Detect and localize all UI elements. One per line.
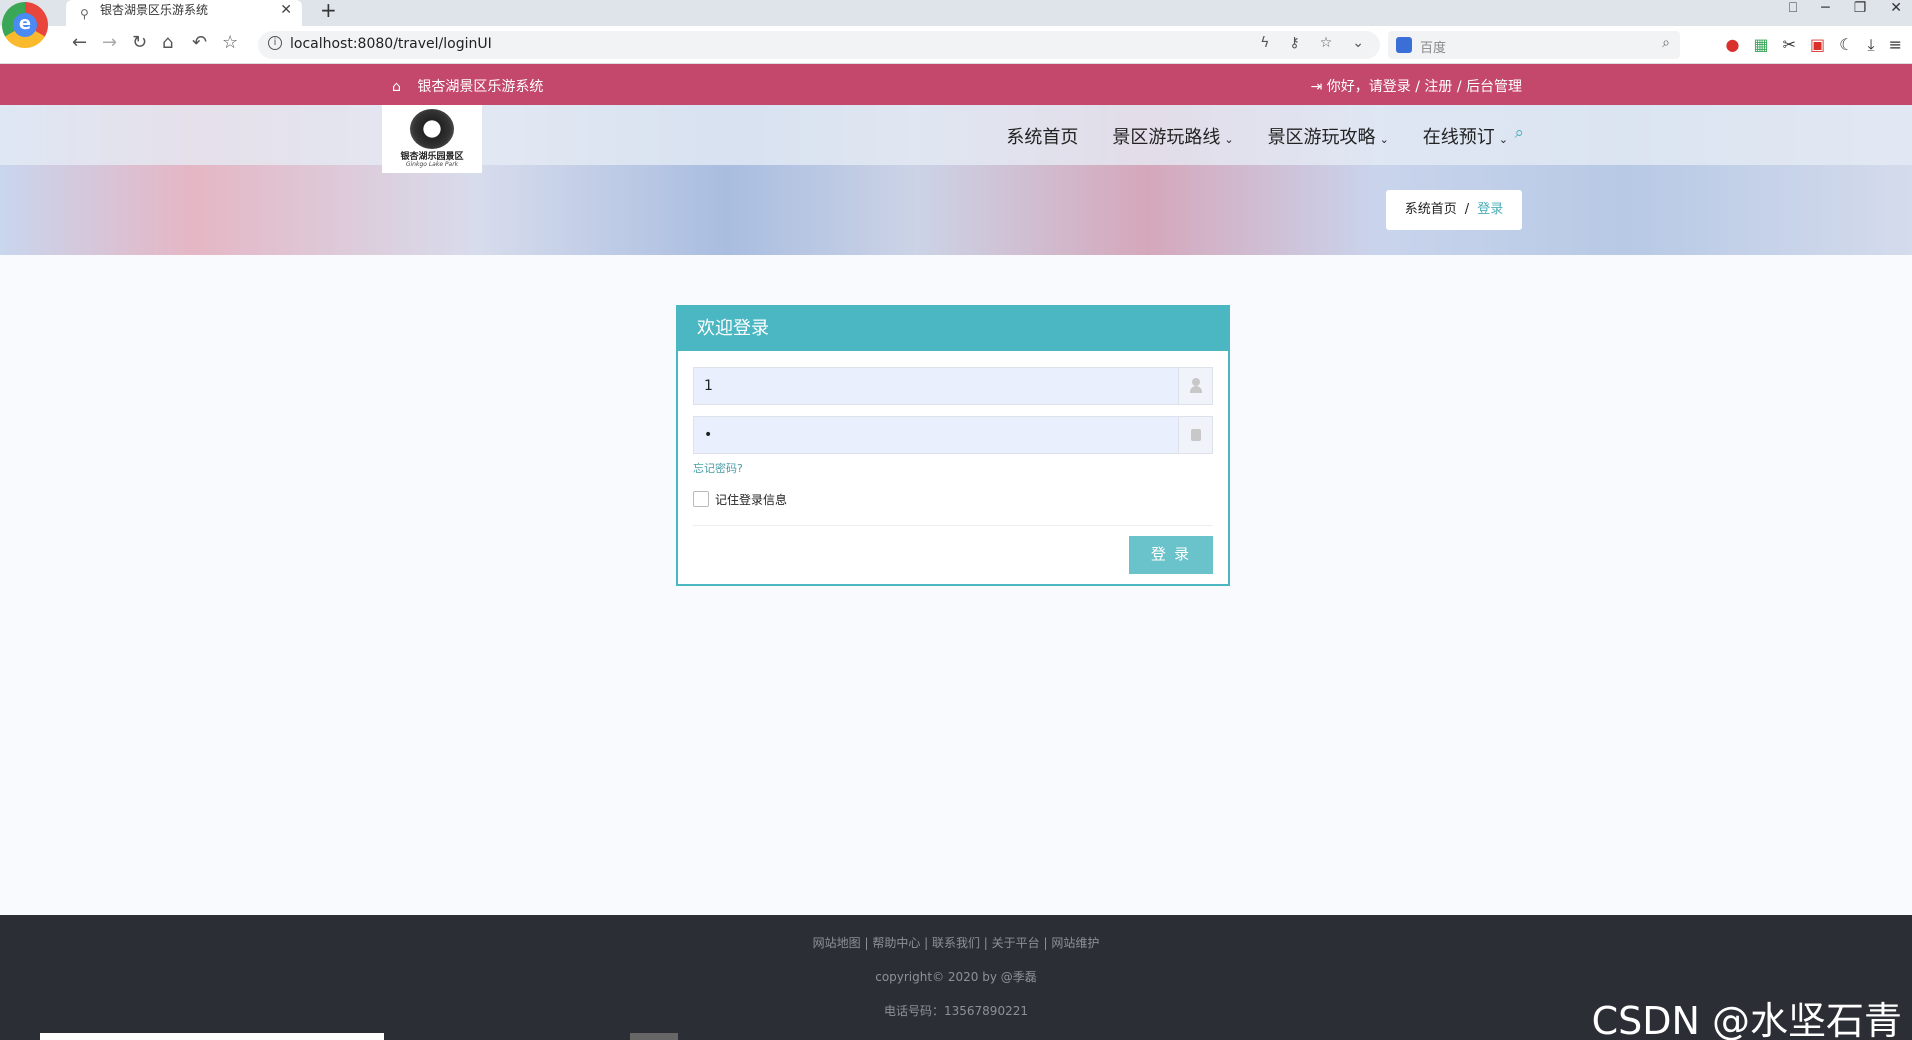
site-name: 银杏湖景区乐游系统: [417, 79, 544, 95]
search-placeholder[interactable]: 百度: [1420, 37, 1446, 56]
taskbar-strip: [630, 1033, 678, 1040]
weibo-extension-icon[interactable]: ●: [1726, 35, 1740, 55]
window-mode-icon[interactable]: ⎕: [1789, 0, 1797, 16]
scissors-icon[interactable]: ✂: [1783, 35, 1796, 55]
window-controls: ⎕ ─ ❐ ✕: [1789, 0, 1902, 16]
password-value[interactable]: •: [704, 427, 712, 443]
dark-mode-icon[interactable]: ☾: [1839, 35, 1853, 55]
chevron-down-icon: ⌄: [1498, 133, 1508, 146]
nav-item-routes[interactable]: 景区游玩路线 ⌄: [1112, 123, 1233, 149]
header-banner: 银杏湖乐园景区 Ginkgo Lake Park 系统首页 景区游玩路线 ⌄ 景区…: [0, 105, 1912, 255]
admin-link[interactable]: 后台管理: [1466, 79, 1522, 95]
new-tab-icon[interactable]: +: [320, 0, 337, 22]
close-window-icon[interactable]: ✕: [1890, 0, 1902, 16]
favorite-star-icon[interactable]: ☆: [1320, 35, 1333, 51]
reload-icon[interactable]: ↻: [132, 32, 147, 53]
breadcrumb-home[interactable]: 系统首页: [1405, 202, 1457, 217]
register-link[interactable]: 注册: [1424, 79, 1452, 95]
login-arrow-icon: ⇥: [1310, 79, 1323, 95]
search-engine-icon: [1396, 37, 1412, 53]
home-icon: ⌂: [392, 79, 401, 95]
browser-toolbar: ← → ↻ ⌂ ↶ ☆ i localhost:8080/travel/logi…: [0, 26, 1912, 64]
undo-icon[interactable]: ↶: [192, 32, 207, 53]
nav-menu: 系统首页 景区游玩路线 ⌄ 景区游玩攻略 ⌄ 在线预订 ⌄: [1006, 123, 1508, 149]
forward-icon[interactable]: →: [102, 32, 117, 53]
forgot-password-link[interactable]: 忘记密码?: [693, 460, 743, 476]
browser-logo-icon: e: [2, 2, 48, 48]
password-field[interactable]: •: [693, 416, 1213, 454]
user-icon: [1178, 368, 1212, 404]
apps-grid-icon[interactable]: ▦: [1754, 35, 1769, 55]
csdn-watermark: CSDN @水坚石青: [1591, 999, 1902, 1040]
browser-tab[interactable]: ⚲ 银杏湖景区乐游系统 ✕: [66, 0, 302, 26]
site-topbar: ⌂ 银杏湖景区乐游系统 ⇥ 你好，请登录 / 注册 / 后台管理: [0, 64, 1912, 105]
chevron-down-icon: ⌄: [1224, 133, 1234, 146]
chevron-down-icon: ⌄: [1379, 133, 1389, 146]
menu-icon[interactable]: ≡: [1889, 35, 1902, 55]
username-value[interactable]: 1: [704, 378, 713, 394]
footer-links[interactable]: 网站地图 | 帮助中心 | 联系我们 | 关于平台 | 网站维护: [0, 934, 1912, 951]
username-field[interactable]: 1: [693, 367, 1213, 405]
login-link[interactable]: 你好，请登录: [1327, 79, 1411, 95]
logo-seal-icon: [410, 109, 454, 149]
home-icon[interactable]: ⌂: [162, 32, 173, 53]
divider: [693, 525, 1213, 526]
browser-tab-bar: e ⚲ 银杏湖景区乐游系统 ✕ + ⎕ ─ ❐ ✕: [0, 0, 1912, 48]
restore-icon[interactable]: ❐: [1854, 0, 1867, 16]
dropdown-chevron-icon[interactable]: ⌄: [1352, 35, 1364, 51]
nav-search-icon[interactable]: ⌕: [1514, 123, 1524, 143]
lock-icon: [1178, 417, 1212, 453]
remember-me[interactable]: 记住登录信息: [693, 491, 787, 508]
login-button[interactable]: 登 录: [1129, 536, 1213, 574]
tab-favicon-icon: ⚲: [80, 7, 89, 21]
main-navbar: 银杏湖乐园景区 Ginkgo Lake Park 系统首页 景区游玩路线 ⌄ 景区…: [0, 105, 1912, 173]
bookmark-star-icon[interactable]: ☆: [222, 32, 238, 53]
extension-icons: ● ▦ ✂ ▣ ☾ ⤓ ≡: [1726, 35, 1902, 55]
tab-close-icon[interactable]: ✕: [280, 0, 292, 20]
url-text[interactable]: localhost:8080/travel/loginUI: [290, 36, 492, 52]
tab-title: 银杏湖景区乐游系统: [100, 3, 209, 17]
browser-search-box[interactable]: 百度 ⌕: [1388, 31, 1680, 59]
search-icon[interactable]: ⌕: [1662, 35, 1670, 51]
breadcrumb: 系统首页 / 登录: [1386, 190, 1522, 230]
remember-label: 记住登录信息: [715, 493, 788, 507]
login-panel: 欢迎登录 1 • 忘记密码? 记住登录信息 登 录: [676, 305, 1230, 586]
breadcrumb-current: 登录: [1477, 202, 1504, 217]
pdf-extension-icon[interactable]: ▣: [1810, 35, 1825, 55]
nav-item-booking[interactable]: 在线预订 ⌄: [1423, 123, 1508, 149]
taskbar-strip: [40, 1033, 384, 1040]
site-info-icon[interactable]: i: [268, 36, 282, 50]
site-logo[interactable]: 银杏湖乐园景区 Ginkgo Lake Park: [382, 105, 482, 173]
minimize-icon[interactable]: ─: [1821, 0, 1829, 16]
lightning-icon[interactable]: ϟ: [1260, 35, 1269, 51]
login-title: 欢迎登录: [678, 307, 1228, 351]
nav-item-guides[interactable]: 景区游玩攻略 ⌄: [1268, 123, 1389, 149]
footer-copyright: copyright© 2020 by @季磊: [875, 970, 1037, 984]
url-bar[interactable]: i localhost:8080/travel/loginUI ϟ ⚷ ☆ ⌄: [258, 31, 1380, 59]
remember-checkbox[interactable]: [693, 491, 709, 507]
key-icon[interactable]: ⚷: [1289, 35, 1299, 51]
back-icon[interactable]: ←: [72, 32, 87, 53]
user-links: ⇥ 你好，请登录 / 注册 / 后台管理: [1310, 79, 1522, 95]
nav-item-home[interactable]: 系统首页: [1006, 123, 1078, 149]
download-icon[interactable]: ⤓: [1868, 35, 1875, 55]
